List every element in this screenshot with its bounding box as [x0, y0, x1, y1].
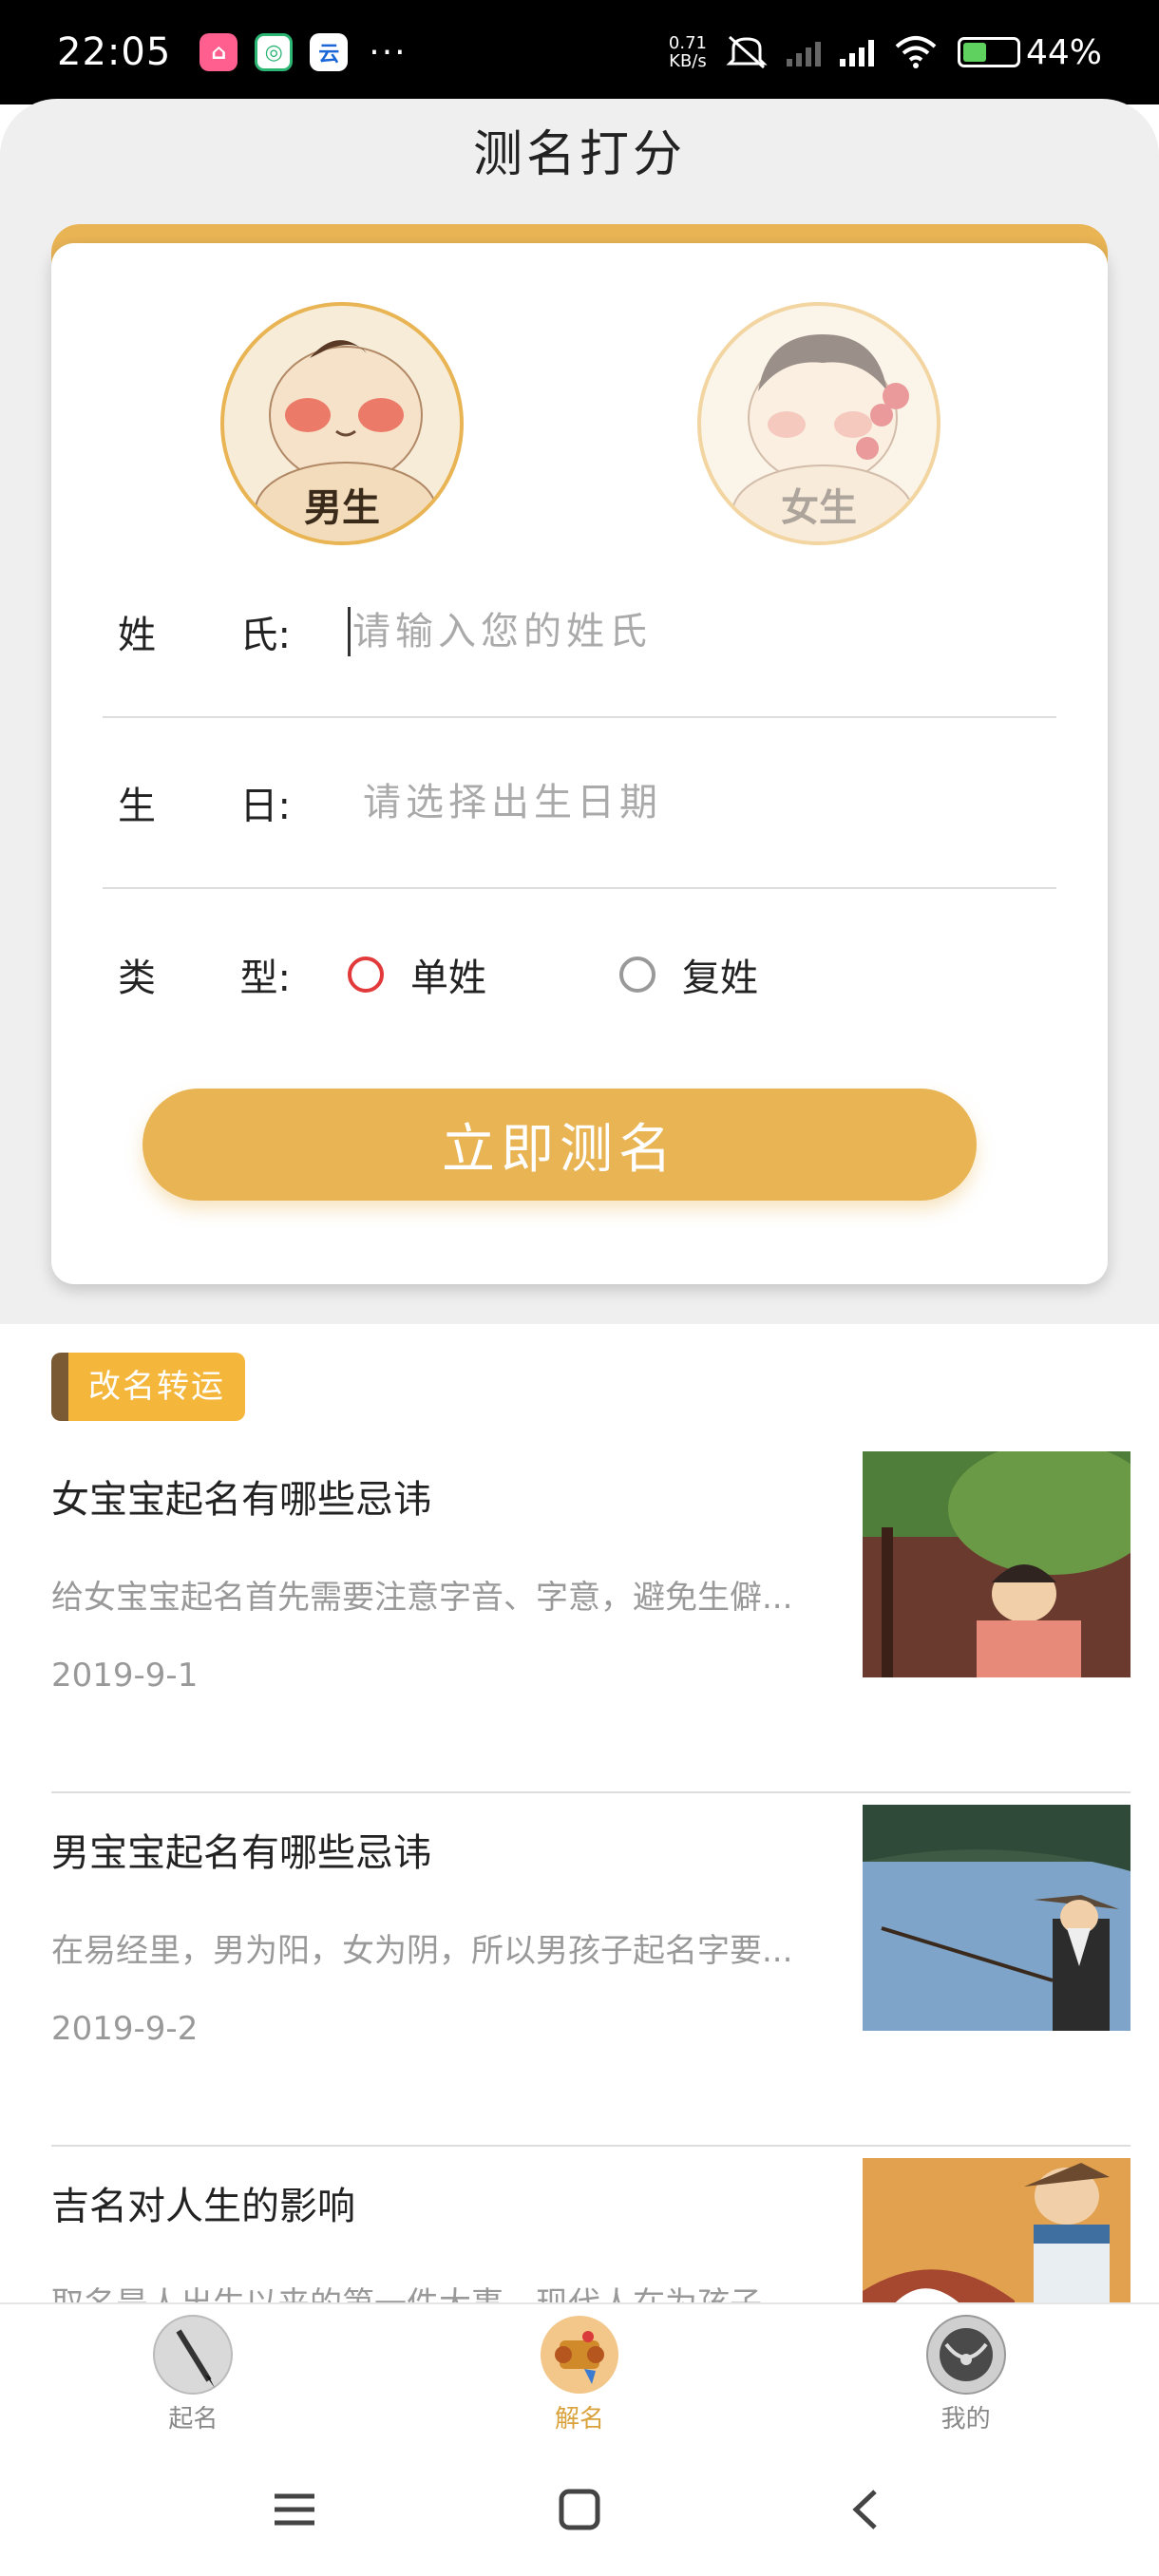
- system-nav-bar: [0, 2443, 1159, 2576]
- battery-icon: [957, 37, 1020, 67]
- birthday-picker[interactable]: [363, 781, 933, 824]
- scroll-icon: [540, 2315, 618, 2394]
- girl-label: 女生: [781, 485, 857, 530]
- radio-compound-surname[interactable]: 复姓: [619, 947, 758, 1002]
- article-title: 女宝宝起名有哪些忌讳: [51, 1478, 431, 1522]
- type-label: 类 型:: [103, 947, 348, 1002]
- article-thumbnail: [863, 1451, 1130, 1677]
- signal-sim1-icon: [786, 38, 821, 66]
- name-test-card: 男生 女生 姓 氏: 生: [51, 243, 1108, 1284]
- type-label-b: 型:: [239, 957, 291, 1000]
- radio-circle[interactable]: [619, 957, 656, 993]
- surname-row: 姓 氏:: [103, 547, 1056, 718]
- bilibili-icon: ⌂: [200, 33, 238, 71]
- article-date: 2019-9-1: [51, 1657, 199, 1695]
- radio-compound-label: 复姓: [682, 957, 758, 1000]
- birthday-row[interactable]: 生 日:: [103, 718, 1056, 889]
- girl-avatar-button[interactable]: 女生: [697, 302, 940, 545]
- nav-label: 解名: [554, 2404, 604, 2434]
- type-row: 类 型: 单姓 复姓: [103, 889, 1056, 1060]
- nav-label: 我的: [940, 2404, 991, 2434]
- menu-icon[interactable]: [266, 2481, 323, 2538]
- boy-avatar-button[interactable]: 男生: [220, 302, 464, 545]
- battery-indicator: 44%: [957, 32, 1102, 72]
- nav-item-naming[interactable]: 起名: [98, 2314, 288, 2434]
- battery-percent: 44%: [1025, 32, 1102, 72]
- nav-item-analysis[interactable]: 解名: [484, 2314, 674, 2434]
- mute-icon: [726, 35, 768, 69]
- bottom-nav: 起名 解名 我的: [0, 2302, 1159, 2443]
- article-thumbnail: [863, 1805, 1130, 2031]
- screen: 22:05 ⌂ ◎ 云 ··· 0.71 KB/s 44% 测名打分 男生 女生…: [0, 0, 1159, 2576]
- signal-sim2-icon: [839, 38, 874, 66]
- blue-app-icon: 云: [310, 33, 349, 71]
- brush-icon: [153, 2314, 234, 2395]
- back-icon[interactable]: [836, 2481, 893, 2538]
- boy-label: 男生: [304, 485, 380, 530]
- wifi-icon: [895, 36, 937, 68]
- net-speed-value: 0.71: [668, 33, 707, 53]
- article-title: 男宝宝起名有哪些忌讳: [51, 1831, 431, 1875]
- green-app-icon: ◎: [255, 33, 294, 71]
- net-speed-unit: KB/s: [669, 51, 707, 71]
- surname-input[interactable]: [352, 610, 922, 653]
- status-bar: 22:05 ⌂ ◎ 云 ··· 0.71 KB/s 44%: [0, 0, 1159, 104]
- birthday-label: 生 日:: [103, 775, 348, 830]
- radio-circle-selected[interactable]: [348, 957, 384, 993]
- more-notifications-icon: ···: [369, 32, 408, 72]
- article-item[interactable]: 男宝宝起名有哪些忌讳 在易经里，男为阳，女为阴，所以男孩子起名字要... 201…: [51, 1793, 1130, 2147]
- article-date: 2019-9-2: [51, 2010, 199, 2048]
- status-time: 22:05: [57, 30, 172, 74]
- birthday-label-b: 日:: [239, 785, 291, 828]
- surname-label-a: 姓: [118, 614, 156, 657]
- type-label-a: 类: [118, 957, 156, 1000]
- surname-label: 姓 氏:: [103, 604, 348, 659]
- net-speed: 0.71 KB/s: [669, 34, 707, 70]
- article-summary: 在易经里，男为阳，女为阴，所以男孩子起名字要...: [51, 1932, 793, 1970]
- status-right: 0.71 KB/s 44%: [669, 33, 1102, 72]
- nav-label: 起名: [168, 2404, 218, 2434]
- home-icon[interactable]: [551, 2481, 608, 2538]
- surname-label-b: 氏:: [239, 614, 291, 657]
- profile-icon: [925, 2314, 1006, 2395]
- birthday-label-a: 生: [118, 785, 156, 828]
- radio-single-label: 单姓: [410, 957, 486, 1000]
- text-caret: [348, 607, 351, 656]
- article-title: 吉名对人生的影响: [51, 2185, 355, 2228]
- submit-test-button[interactable]: 立即测名: [142, 1089, 977, 1201]
- section-tag: 改名转运: [51, 1353, 245, 1421]
- article-item[interactable]: 女宝宝起名有哪些忌讳 给女宝宝起名首先需要注意字音、字意，避免生僻... 201…: [51, 1440, 1130, 1793]
- page-title: 测名打分: [472, 126, 686, 183]
- nav-item-profile[interactable]: 我的: [871, 2314, 1061, 2434]
- radio-single-surname[interactable]: 单姓: [348, 947, 486, 1002]
- article-summary: 给女宝宝起名首先需要注意字音、字意，避免生僻...: [51, 1579, 793, 1617]
